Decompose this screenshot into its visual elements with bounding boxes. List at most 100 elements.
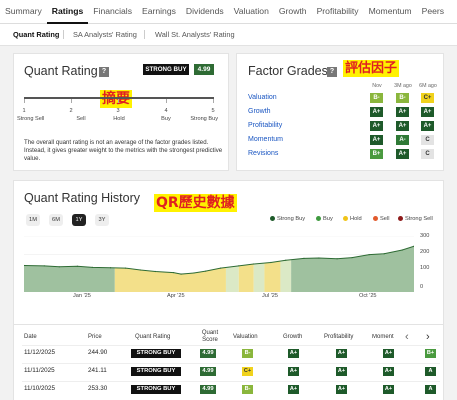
tab-dividends[interactable]: Dividends xyxy=(181,0,229,24)
tab-peers[interactable]: Peers xyxy=(417,0,449,24)
scale-label: Sell xyxy=(76,116,86,122)
price-point xyxy=(220,267,222,269)
price-point xyxy=(336,258,338,260)
grade-cell: A+ xyxy=(421,121,434,131)
col-header-date: Date xyxy=(24,334,37,340)
price-point xyxy=(109,267,112,269)
legend-label: Strong Buy xyxy=(277,216,306,222)
legend-label: Sell xyxy=(380,216,390,222)
cell-price: 253.30 xyxy=(88,385,108,392)
tab-growth[interactable]: Growth xyxy=(274,0,312,24)
scale-label: Strong Sell xyxy=(17,116,45,122)
tab-summary[interactable]: Summary xyxy=(0,0,47,24)
subtab-wall-st-analysts-rating[interactable]: Wall St. Analysts' Rating xyxy=(155,30,235,39)
grade-cell: A+ xyxy=(421,107,434,117)
period-6m-button[interactable]: 6M xyxy=(49,214,63,226)
grade-cell: C xyxy=(421,149,434,159)
price-point xyxy=(351,257,353,259)
legend-dot xyxy=(343,216,348,221)
scale-number: 3 xyxy=(116,108,120,114)
tab-momentum[interactable]: Momentum xyxy=(364,0,417,24)
grade-cell: A+ xyxy=(370,121,383,131)
grade-cell: C xyxy=(421,135,434,145)
subtab-quant-rating[interactable]: Quant Rating xyxy=(13,30,59,39)
tab-valuation[interactable]: Valuation xyxy=(229,0,274,24)
rating-band xyxy=(291,246,414,292)
quant-score-value: 4.99 xyxy=(194,64,214,75)
price-point xyxy=(172,271,175,274)
legend-label: Strong Sell xyxy=(405,216,433,222)
scale-tick xyxy=(166,99,167,103)
tab-profitability[interactable]: Profitability xyxy=(312,0,364,24)
quant-rating-description: The overall quant rating is not an avera… xyxy=(24,139,223,162)
subtab-divider xyxy=(144,30,145,39)
cell-revisions-grade: A xyxy=(425,367,436,376)
price-point xyxy=(285,259,287,261)
factor-link-revisions[interactable]: Revisions xyxy=(248,150,278,157)
price-point xyxy=(91,266,93,268)
col-header-quant-score: Quant Score xyxy=(201,330,219,343)
scale-tick xyxy=(118,99,119,103)
scale-label: Buy xyxy=(161,116,171,122)
price-point xyxy=(154,270,157,273)
price-point xyxy=(124,267,127,269)
factor-link-profitability[interactable]: Profitability xyxy=(248,122,282,129)
x-tick-label: Apr '25 xyxy=(167,293,185,299)
cell-quant-score: 4.99 xyxy=(200,349,216,358)
price-point xyxy=(270,261,272,264)
cell-revisions-grade: B+ xyxy=(425,349,436,358)
cell-date: 11/11/2025 xyxy=(24,367,55,374)
legend-dot xyxy=(373,216,378,221)
subtab-sa-analysts-rating[interactable]: SA Analysts' Rating xyxy=(73,30,137,39)
price-point xyxy=(401,249,403,251)
legend-label: Hold xyxy=(350,216,362,222)
help-icon[interactable]: ? xyxy=(99,67,109,77)
factor-link-growth[interactable]: Growth xyxy=(248,108,271,115)
scale-tick xyxy=(213,99,214,103)
scale-number: 1 xyxy=(22,108,26,114)
col-header-price: Price xyxy=(88,334,102,340)
col-header-profitability: Profitability xyxy=(324,334,354,340)
factor-link-momentum[interactable]: Momentum xyxy=(248,136,283,143)
grade-col-header: 3M ago xyxy=(394,83,412,89)
period-1y-button[interactable]: 1Y xyxy=(72,214,86,226)
cell-valuation-grade: C+ xyxy=(242,367,253,376)
y-tick-label: 0 xyxy=(420,284,424,290)
grade-col-header: Nov xyxy=(372,83,382,89)
tab-ratings[interactable]: Ratings xyxy=(46,0,89,24)
grade-cell: A+ xyxy=(396,121,409,131)
period-1m-button[interactable]: 1M xyxy=(26,214,40,226)
period-3y-button[interactable]: 3Y xyxy=(95,214,109,226)
rating-band xyxy=(114,246,226,292)
cell-growth-grade: A+ xyxy=(288,385,299,394)
x-tick-label: Oct '25 xyxy=(359,293,377,299)
col-header-growth: Growth xyxy=(283,334,303,340)
table-prev-button[interactable]: ‹ xyxy=(405,331,409,343)
cell-price: 241.11 xyxy=(88,367,107,374)
cell-quant-rating: STRONG BUY xyxy=(131,385,181,394)
price-point xyxy=(238,265,240,267)
col-header-valuation: Valuation xyxy=(233,334,258,340)
grade-cell: B- xyxy=(370,93,383,103)
grade-cell: C+ xyxy=(421,93,434,103)
cell-date: 11/10/2025 xyxy=(24,385,56,392)
table-next-button[interactable]: › xyxy=(426,331,430,343)
legend-dot xyxy=(270,216,275,221)
grade-cell: A- xyxy=(396,135,409,145)
cell-valuation-grade: B- xyxy=(242,349,253,358)
price-point xyxy=(76,265,79,267)
price-point xyxy=(193,272,195,274)
tab-earnings[interactable]: Earnings xyxy=(137,0,181,24)
help-icon[interactable]: ? xyxy=(327,67,337,77)
cell-valuation-grade: B- xyxy=(242,385,253,394)
rating-history-chart[interactable] xyxy=(24,236,414,292)
legend-dot xyxy=(316,216,321,221)
factor-annotation: 評估因子 xyxy=(343,60,400,77)
col-header-momentum: Momentum xyxy=(372,334,394,340)
history-annotation: QR歷史數據 xyxy=(154,194,237,212)
x-tick-label: Jul '25 xyxy=(262,293,278,299)
cell-quant-score: 4.99 xyxy=(200,385,216,394)
tab-financials[interactable]: Financials xyxy=(88,0,137,24)
legend-buy: Buy xyxy=(316,216,333,222)
factor-link-valuation[interactable]: Valuation xyxy=(248,94,277,101)
